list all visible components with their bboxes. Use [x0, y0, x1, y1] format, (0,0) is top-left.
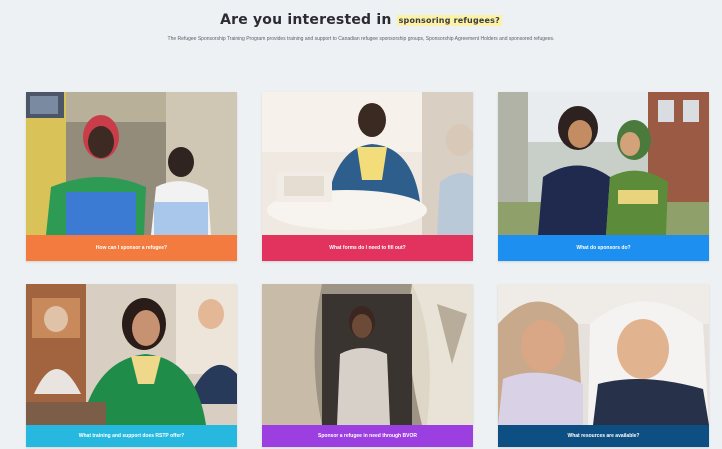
woman-in-classroom-photo: [26, 284, 237, 425]
card-caption: What forms do I need to fill out?: [262, 235, 473, 261]
card-training-support[interactable]: What training and support does RSTP offe…: [26, 284, 237, 447]
two-women-hugging-photo: [498, 92, 709, 235]
card-bvor[interactable]: Sponsor a refugee in need through BVOR: [262, 284, 473, 447]
card-grid: How can I sponsor a refugee? What forms …: [0, 0, 722, 449]
card-sponsor-refugee[interactable]: How can I sponsor a refugee?: [26, 92, 237, 261]
card-caption: What training and support does RSTP offe…: [26, 425, 237, 447]
woman-and-child-photo: [26, 92, 237, 235]
card-caption: Sponsor a refugee in need through BVOR: [262, 425, 473, 447]
card-caption: How can I sponsor a refugee?: [26, 235, 237, 261]
card-resources[interactable]: What resources are available?: [498, 284, 709, 447]
man-at-desk-photo: [262, 92, 473, 235]
girl-in-tent-photo: [262, 284, 473, 425]
women-in-hijab-photo: [498, 284, 709, 425]
card-caption: What resources are available?: [498, 425, 709, 447]
card-sponsors-do[interactable]: What do sponsors do?: [498, 92, 709, 261]
card-forms[interactable]: What forms do I need to fill out?: [262, 92, 473, 261]
card-caption: What do sponsors do?: [498, 235, 709, 261]
